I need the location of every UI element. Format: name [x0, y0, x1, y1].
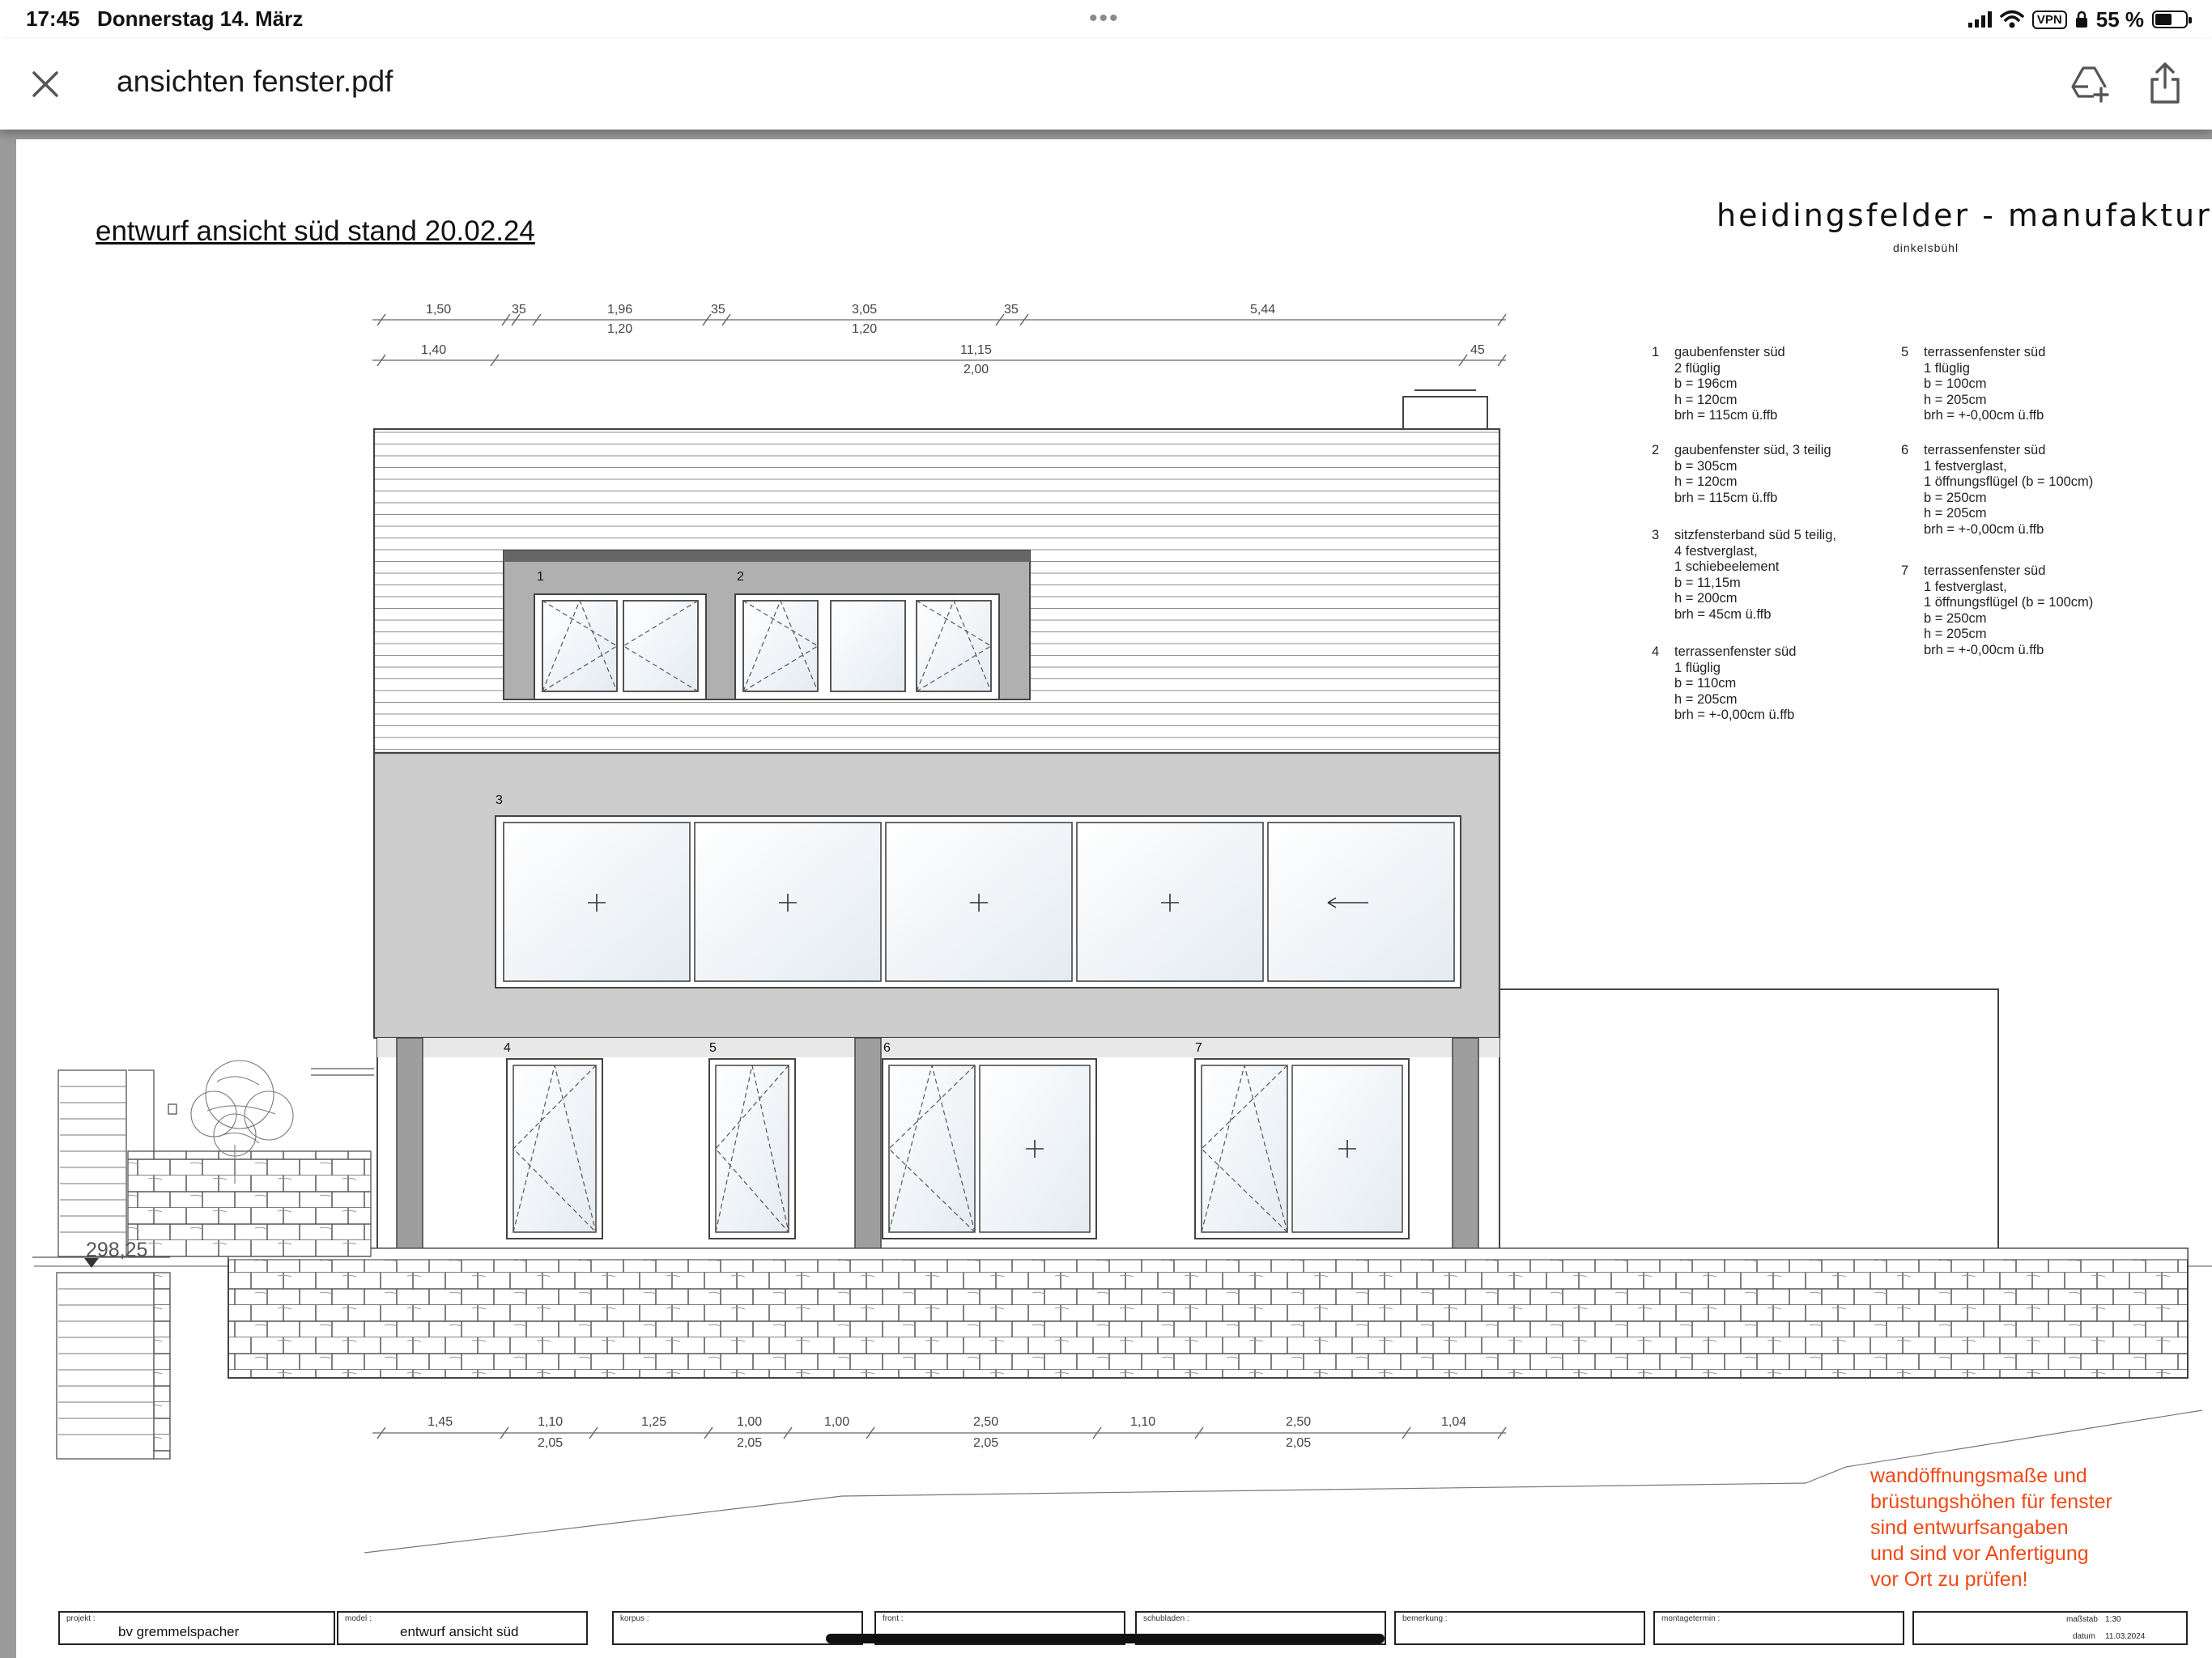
title-block-bemerkung: bemerkung : [1394, 1611, 1645, 1645]
dim-label: 5,44 [1250, 303, 1276, 317]
dim-label: 11,15 [960, 343, 992, 357]
multitasking-dots-icon[interactable]: ••• [1089, 5, 1120, 32]
drawing-title-block: projekt : bv gremmelspacher model : entw… [45, 1611, 2193, 1650]
dim-label: 2,05 [737, 1436, 763, 1450]
document-title: ansichten fenster.pdf [117, 65, 393, 98]
pdf-page[interactable]: entwurf ansicht süd stand 20.02.24 heidi… [16, 139, 2212, 1658]
battery-percent: 55 % [2095, 6, 2144, 32]
cellular-signal-icon [1967, 11, 1992, 28]
level-mark: 298,25 [86, 1239, 148, 1261]
elevation-drawing [32, 313, 2212, 1554]
title-block-scale-date: maßstab 1:30 datum 11.03.2024 [1912, 1611, 2188, 1645]
battery-icon [2152, 11, 2192, 28]
dim-label: 2,05 [1286, 1436, 1312, 1450]
window-number-1: 1 [537, 570, 544, 584]
warning-note: wandöffnungsmaße und brüstungshöhen für … [1870, 1465, 2112, 1591]
home-indicator[interactable] [826, 1634, 1385, 1643]
dim-label: 1,50 [426, 303, 452, 317]
title-block-montagetermin: montagetermin : [1653, 1611, 1904, 1645]
dim-label: 2,00 [963, 363, 989, 376]
window-number-6: 6 [883, 1041, 891, 1055]
dim-label: 45 [1470, 343, 1485, 357]
dim-label: 3,05 [852, 303, 878, 317]
dim-label: 1,20 [607, 322, 633, 336]
project-name: bv gremmelspacher [118, 1624, 240, 1639]
close-icon[interactable] [28, 66, 63, 102]
window-number-5: 5 [709, 1041, 717, 1055]
dim-label: 1,10 [1130, 1415, 1156, 1429]
viewer-toolbar: ansichten fenster.pdf [0, 39, 2212, 130]
vpn-badge: VPN [2031, 10, 2067, 29]
title-block-model: model : entwurf ansicht süd [337, 1611, 588, 1645]
dim-label: 35 [711, 303, 725, 317]
add-to-drive-icon[interactable] [2069, 63, 2110, 104]
dim-label: 2,05 [973, 1436, 999, 1450]
status-bar: 17:45 Donnerstag 14. März ••• VPN 55 % [0, 0, 2212, 39]
dim-label: 35 [1004, 303, 1019, 317]
pdf-viewer[interactable]: entwurf ansicht süd stand 20.02.24 heidi… [0, 130, 2212, 1658]
model-name: entwurf ansicht süd [400, 1624, 519, 1639]
dim-label: 1,96 [607, 303, 633, 317]
window-number-3: 3 [496, 793, 503, 807]
dim-label: 1,25 [641, 1415, 667, 1429]
wifi-icon [2000, 10, 2024, 28]
dim-label: 1,20 [852, 322, 878, 336]
title-block-projekt: projekt : bv gremmelspacher [58, 1611, 335, 1645]
window-number-7: 7 [1195, 1041, 1202, 1055]
share-icon[interactable] [2147, 62, 2183, 105]
status-indicators: VPN 55 % [1967, 5, 2192, 34]
dim-label: 1,10 [538, 1415, 564, 1429]
window-number-2: 2 [737, 570, 744, 584]
status-date: Donnerstag 14. März [97, 6, 304, 31]
dim-label: 2,50 [1286, 1415, 1312, 1429]
dim-label: 1,45 [428, 1415, 453, 1429]
dim-label: 1,00 [737, 1415, 763, 1429]
dim-label: 35 [512, 303, 526, 317]
dim-label: 2,50 [973, 1415, 999, 1429]
dim-label: 1,04 [1441, 1415, 1467, 1429]
lock-icon [2075, 11, 2087, 28]
status-time: 17:45 [26, 6, 80, 31]
window-number-4: 4 [504, 1041, 511, 1055]
dim-label: 1,00 [824, 1415, 850, 1429]
dim-label: 2,05 [538, 1436, 564, 1450]
dim-label: 1,40 [421, 343, 447, 357]
